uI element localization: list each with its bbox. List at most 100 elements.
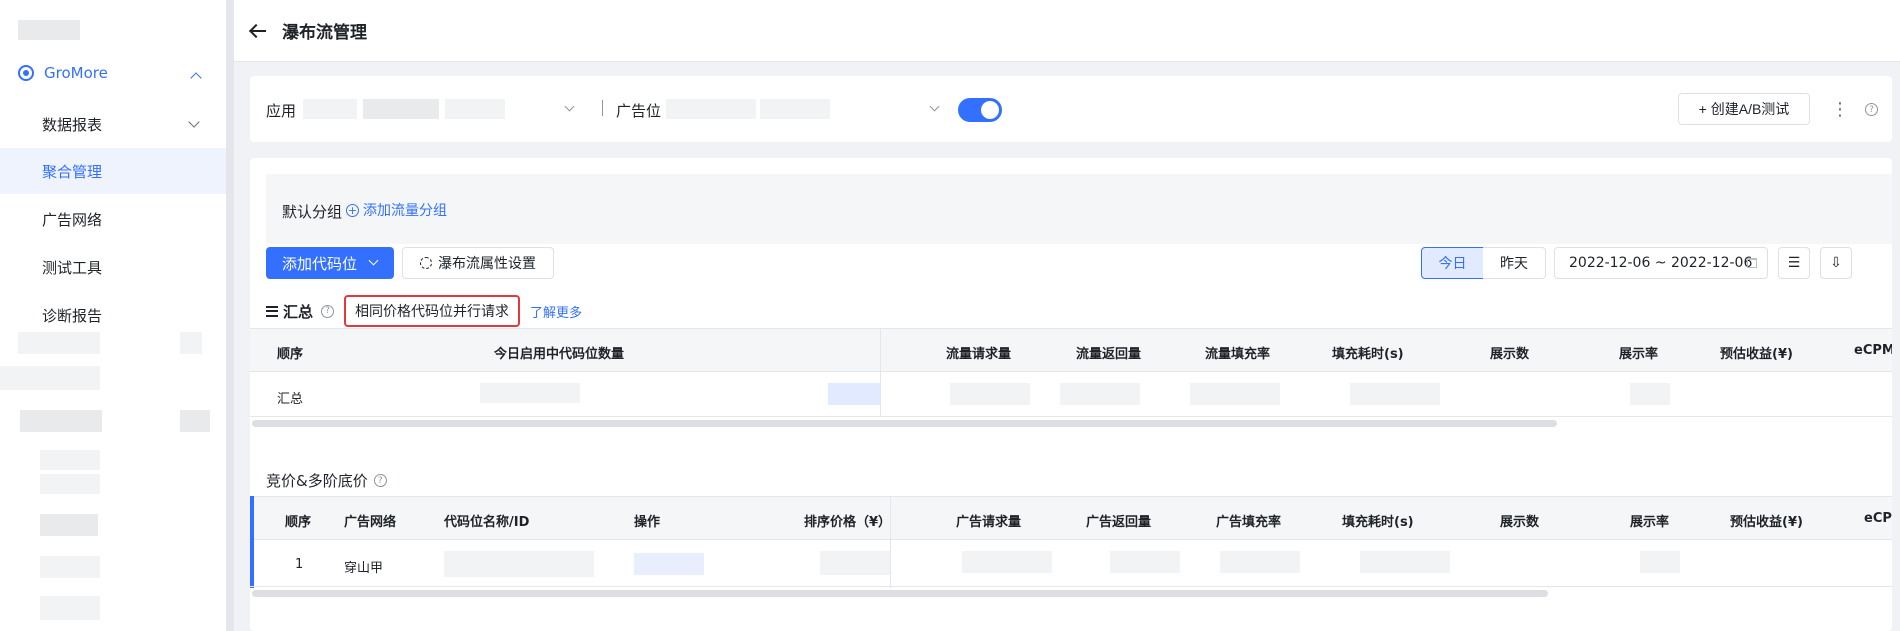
bidding-table-header: 顺序 广告网络 代码位名称/ID 操作 排序价格（¥） 广告请求量 广告返回量 …: [250, 496, 1892, 540]
column-header: eCPM: [1854, 343, 1892, 358]
gromore-icon: [18, 65, 34, 81]
summary-row-label: 汇总: [277, 392, 304, 407]
chevron-down-icon: [368, 255, 379, 266]
table-row: 汇总: [250, 373, 1892, 417]
download-button[interactable]: ⇩: [1820, 247, 1852, 279]
sidebar-item-label: 数据报表: [42, 115, 103, 134]
column-header: 顺序: [285, 515, 312, 530]
sidebar-item-label: 测试工具: [42, 258, 103, 277]
column-header: 填充耗时(s): [1342, 515, 1414, 530]
column-header: 流量填充率: [1205, 347, 1271, 362]
add-code-label: 添加代码位: [282, 254, 358, 273]
date-range-picker[interactable]: 2022-12-06 ~ 2022-12-06: [1554, 247, 1768, 279]
sidebar-item-data-report[interactable]: 数据报表: [0, 101, 226, 147]
column-header: 顺序: [277, 347, 304, 362]
add-code-button[interactable]: 添加代码位: [266, 247, 394, 279]
add-traffic-group-label: 添加流量分组: [363, 203, 447, 219]
sidebar-item-label: 广告网络: [42, 210, 103, 229]
summary-header: 汇总 ? 相同价格代码位并行请求 了解更多: [266, 295, 582, 327]
column-header: 展示率: [1619, 347, 1659, 362]
column-header: 今日启用中代码位数量: [494, 347, 625, 362]
chevron-down-icon: [564, 101, 575, 112]
waterfall-settings-label: 瀑布流属性设置: [438, 256, 536, 272]
column-header: 流量返回量: [1076, 347, 1142, 362]
column-header: eCPM: [1864, 511, 1892, 526]
column-header: 广告网络: [344, 515, 397, 530]
adslot-toggle[interactable]: [958, 98, 1002, 122]
column-header: 广告返回量: [1086, 515, 1152, 530]
help-icon[interactable]: ?: [373, 474, 387, 487]
blurred-item: [40, 514, 98, 536]
column-header: 排序价格（¥）: [804, 515, 892, 530]
help-icon[interactable]: ?: [1865, 103, 1878, 116]
column-header: 广告请求量: [956, 515, 1022, 530]
gear-icon: [420, 257, 432, 269]
chevron-down-icon: [188, 116, 200, 128]
sidebar-item-label: GroMore: [44, 64, 108, 82]
cloud-download-icon: ⇩: [1830, 255, 1842, 271]
page-header: 瀑布流管理: [234, 0, 1900, 62]
database-icon: [266, 305, 278, 317]
row-network: 穿山甲: [344, 561, 384, 576]
bidding-section-title: 竞价&多阶底价 ?: [266, 470, 387, 491]
calendar-icon: [1747, 258, 1757, 268]
horizontal-scrollbar[interactable]: [252, 590, 1548, 597]
parallel-request-tag[interactable]: 相同价格代码位并行请求: [344, 295, 521, 327]
help-icon[interactable]: ?: [321, 304, 335, 318]
chevron-up-icon[interactable]: [190, 72, 202, 84]
blurred-item: [18, 332, 100, 354]
page-title: 瀑布流管理: [282, 23, 367, 43]
app-label: 应用: [266, 102, 297, 120]
column-header: 流量请求量: [946, 347, 1012, 362]
horizontal-scrollbar[interactable]: [252, 420, 1557, 427]
waterfall-panel: 默认分组 + 添加流量分组 添加代码位 瀑布流属性设置 今日 昨天 2022-1…: [250, 158, 1892, 631]
row-order: 1: [295, 557, 304, 572]
column-header: 预估收益(¥): [1730, 515, 1803, 530]
today-tab[interactable]: 今日: [1421, 247, 1484, 279]
blurred-item: [40, 474, 100, 494]
group-title: 默认分组: [282, 203, 343, 221]
app-select[interactable]: [295, 93, 585, 125]
sidebar: GroMore 数据报表 聚合管理 广告网络 测试工具 诊断报告: [0, 0, 228, 631]
filter-bar: 应用 广告位 + 创建A/B测试 ⋮ ?: [250, 76, 1892, 142]
column-settings-button[interactable]: ☰: [1778, 247, 1810, 279]
column-header: 广告填充率: [1216, 515, 1282, 530]
sidebar-item-ad-network[interactable]: 广告网络: [0, 196, 226, 242]
date-range-value: 2022-12-06 ~ 2022-12-06: [1569, 255, 1753, 271]
summary-title: 汇总: [283, 302, 314, 321]
blurred-item: [40, 450, 100, 470]
chevron-down-icon: [929, 101, 940, 112]
bidding-title: 竞价&多阶底价: [266, 472, 368, 490]
waterfall-settings-button[interactable]: 瀑布流属性设置: [402, 247, 554, 279]
sliders-icon: ☰: [1787, 255, 1801, 271]
yesterday-tab[interactable]: 昨天: [1483, 247, 1546, 279]
sidebar-item-test-tools[interactable]: 测试工具: [0, 244, 226, 290]
column-header: 代码位名称/ID: [444, 515, 530, 530]
column-header: 展示率: [1630, 515, 1670, 530]
back-arrow-icon[interactable]: [250, 24, 268, 38]
column-header: 展示数: [1500, 515, 1540, 530]
learn-more-link[interactable]: 了解更多: [530, 302, 582, 321]
sidebar-item-aggregation[interactable]: 聚合管理: [0, 148, 226, 194]
blurred-item: [40, 556, 100, 578]
blurred-item: [20, 410, 102, 432]
sidebar-divider: [226, 0, 234, 631]
column-header: 填充耗时(s): [1332, 347, 1404, 362]
plus-circle-icon: +: [346, 203, 359, 217]
create-ab-test-button[interactable]: + 创建A/B测试: [1678, 93, 1810, 125]
column-header: 预估收益(¥): [1720, 347, 1793, 362]
blurred-item: [180, 410, 210, 432]
adslot-select[interactable]: [660, 93, 950, 125]
blurred-item: [40, 596, 100, 620]
blurred-item: [180, 332, 202, 354]
summary-table-header: 顺序 今日启用中代码位数量 流量请求量 流量返回量 流量填充率 填充耗时(s) …: [250, 328, 1892, 372]
column-header: 展示数: [1490, 347, 1530, 362]
sidebar-item-label: 诊断报告: [42, 306, 103, 325]
add-traffic-group-link[interactable]: + 添加流量分组: [346, 200, 447, 220]
column-header: 操作: [634, 515, 661, 530]
sidebar-item-gromore[interactable]: GroMore: [18, 64, 108, 82]
blurred-item: [0, 366, 100, 390]
table-row[interactable]: 1 穿山甲: [250, 541, 1892, 587]
adslot-label: 广告位: [616, 102, 662, 120]
more-icon[interactable]: ⋮: [1830, 97, 1850, 121]
